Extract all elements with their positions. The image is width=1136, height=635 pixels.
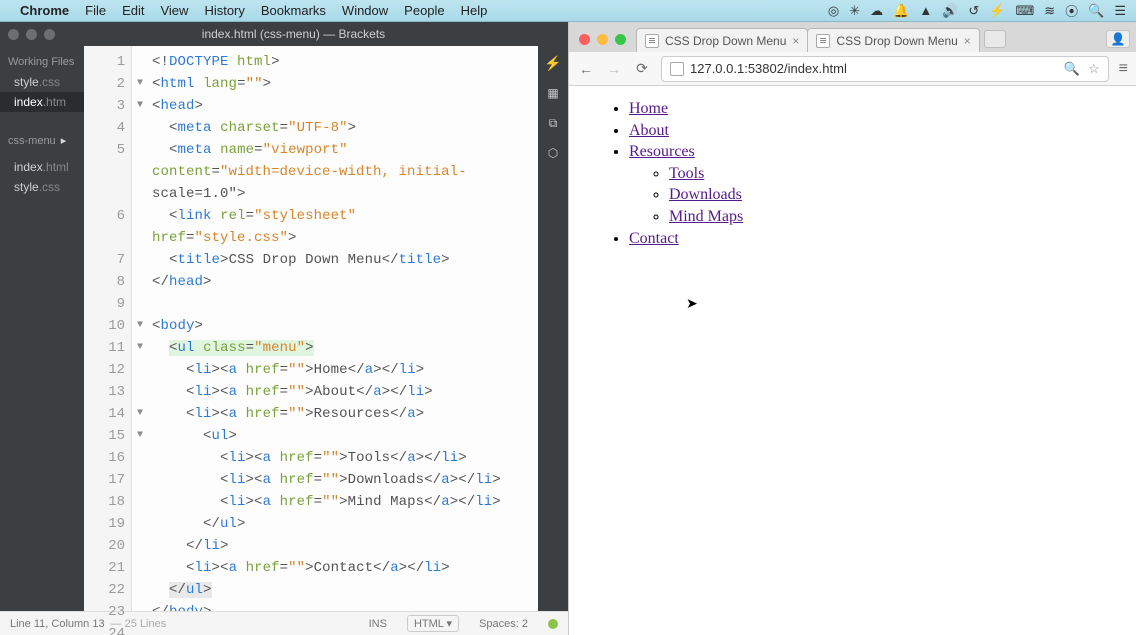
list-item: Downloads: [669, 184, 1116, 206]
list-item: Tools: [669, 163, 1116, 185]
brackets-title: index.html (css-menu) — Brackets: [27, 27, 560, 41]
address-text: 127.0.0.1:53802/index.html: [690, 61, 847, 76]
list-item: Mind Maps: [669, 206, 1116, 228]
brackets-right-rail: ⚡ ▦ ⧉ ⬡: [538, 46, 568, 611]
address-bar[interactable]: 127.0.0.1:53802/index.html 🔍 ☆: [661, 56, 1109, 82]
spotlight-icon[interactable]: 🔍: [1088, 3, 1104, 19]
link-downloads[interactable]: Downloads: [669, 186, 742, 203]
brackets-titlebar: index.html (css-menu) — Brackets: [0, 22, 568, 46]
menu-edit[interactable]: Edit: [122, 3, 144, 18]
link-mindmaps[interactable]: Mind Maps: [669, 208, 743, 225]
fold-gutter[interactable]: ▼▼▼▼▼▼: [132, 46, 148, 611]
status-ins[interactable]: INS: [369, 618, 387, 630]
menu-people[interactable]: People: [404, 3, 444, 18]
reload-button[interactable]: ⟳: [633, 60, 651, 77]
browser-tab[interactable]: CSS Drop Down Menu ×: [807, 28, 979, 52]
list-item: Contact: [629, 228, 1116, 250]
tab-title: CSS Drop Down Menu: [665, 34, 786, 48]
page-favicon-icon: [645, 34, 659, 48]
status-icon[interactable]: ◎: [828, 3, 839, 19]
bookmark-icon[interactable]: ☆: [1088, 61, 1100, 77]
working-files-label: Working Files: [0, 52, 84, 72]
status-icon[interactable]: ↺: [968, 3, 979, 19]
page-favicon-icon: [816, 34, 830, 48]
notification-icon[interactable]: 🔔: [893, 3, 909, 19]
link-resources[interactable]: Resources: [629, 143, 695, 160]
mac-menubar: Chrome File Edit View History Bookmarks …: [0, 0, 1136, 22]
working-file-index-html[interactable]: index.htm: [0, 92, 84, 112]
tab-title: CSS Drop Down Menu: [836, 34, 957, 48]
menu-list: Home About Resources Tools Downloads Min…: [589, 98, 1116, 249]
close-tab-icon[interactable]: ×: [964, 34, 971, 48]
volume-icon[interactable]: 🔊: [942, 3, 958, 19]
status-icon[interactable]: ☁: [870, 3, 883, 19]
status-spaces[interactable]: Spaces: 2: [479, 618, 528, 630]
menu-bookmarks[interactable]: Bookmarks: [261, 3, 326, 18]
menu-window[interactable]: Window: [342, 3, 388, 18]
line-gutter: 1234567891011121314151617181920212223242…: [84, 46, 132, 611]
live-preview-icon[interactable]: ⚡: [544, 54, 562, 72]
editor-area[interactable]: 1234567891011121314151617181920212223242…: [84, 46, 538, 611]
link-about[interactable]: About: [629, 122, 669, 139]
brackets-sidebar: Working Files style.css index.htm css-me…: [0, 46, 84, 611]
working-file-style-css[interactable]: style.css: [0, 72, 84, 92]
extension-icon[interactable]: ⧉: [544, 114, 562, 132]
close-window-icon[interactable]: [579, 34, 590, 45]
mouse-cursor-icon: ➤: [686, 296, 698, 315]
menu-history[interactable]: History: [204, 3, 244, 18]
new-tab-button[interactable]: [984, 30, 1006, 48]
menu-help[interactable]: Help: [461, 3, 488, 18]
status-icon[interactable]: ⦿: [1065, 1, 1078, 20]
extension-icon[interactable]: ⬡: [544, 144, 562, 162]
zoom-icon[interactable]: 🔍: [1064, 61, 1080, 77]
chrome-menu-icon[interactable]: ≡: [1119, 60, 1128, 78]
menu-icon[interactable]: ☰: [1114, 3, 1126, 19]
list-item: Resources Tools Downloads Mind Maps: [629, 141, 1116, 227]
menu-file[interactable]: File: [85, 3, 106, 18]
close-window-icon[interactable]: [8, 29, 19, 40]
chrome-app: CSS Drop Down Menu × CSS Drop Down Menu …: [568, 22, 1136, 635]
submenu-list: Tools Downloads Mind Maps: [629, 163, 1116, 228]
page-info-icon[interactable]: [670, 62, 684, 76]
close-tab-icon[interactable]: ×: [792, 34, 799, 48]
battery-icon[interactable]: ⚡: [989, 3, 1005, 19]
menubar-right-icons: ◎ ✳ ☁ 🔔 ▲ 🔊 ↺ ⚡ ⌨ ≋ ⦿ 🔍 ☰: [828, 1, 1126, 20]
chrome-user-icon[interactable]: 👤: [1106, 30, 1130, 48]
project-file-style-css[interactable]: style.css: [0, 177, 84, 197]
zoom-window-icon[interactable]: [615, 34, 626, 45]
status-icon[interactable]: ✳: [849, 3, 860, 19]
chrome-traffic-lights: [579, 34, 626, 45]
list-item: About: [629, 120, 1116, 142]
page-content: Home About Resources Tools Downloads Min…: [569, 86, 1136, 635]
link-home[interactable]: Home: [629, 100, 668, 117]
wifi-icon[interactable]: ≋: [1044, 3, 1055, 19]
list-item: Home: [629, 98, 1116, 120]
minimize-window-icon[interactable]: [597, 34, 608, 45]
brackets-app: index.html (css-menu) — Brackets Working…: [0, 22, 568, 635]
status-lang[interactable]: HTML ▾: [407, 615, 459, 632]
status-icon[interactable]: ▲: [919, 3, 932, 18]
extension-icon[interactable]: ▦: [544, 84, 562, 102]
browser-tab[interactable]: CSS Drop Down Menu ×: [636, 28, 808, 52]
chrome-toolbar: ← → ⟳ 127.0.0.1:53802/index.html 🔍 ☆ ≡: [569, 52, 1136, 86]
link-contact[interactable]: Contact: [629, 230, 679, 247]
chrome-tabstrip: CSS Drop Down Menu × CSS Drop Down Menu …: [569, 22, 1136, 52]
code-editor[interactable]: <!DOCTYPE html><html lang=""><head> <met…: [148, 46, 538, 611]
menu-view[interactable]: View: [160, 3, 188, 18]
project-label[interactable]: css-menu ▸: [0, 130, 84, 151]
status-ok-icon[interactable]: [548, 619, 558, 629]
project-file-index-html[interactable]: index.html: [0, 157, 84, 177]
forward-button[interactable]: →: [605, 61, 623, 77]
menu-app[interactable]: Chrome: [20, 3, 69, 18]
back-button[interactable]: ←: [577, 61, 595, 77]
link-tools[interactable]: Tools: [669, 165, 704, 182]
keyboard-icon[interactable]: ⌨: [1015, 3, 1034, 19]
